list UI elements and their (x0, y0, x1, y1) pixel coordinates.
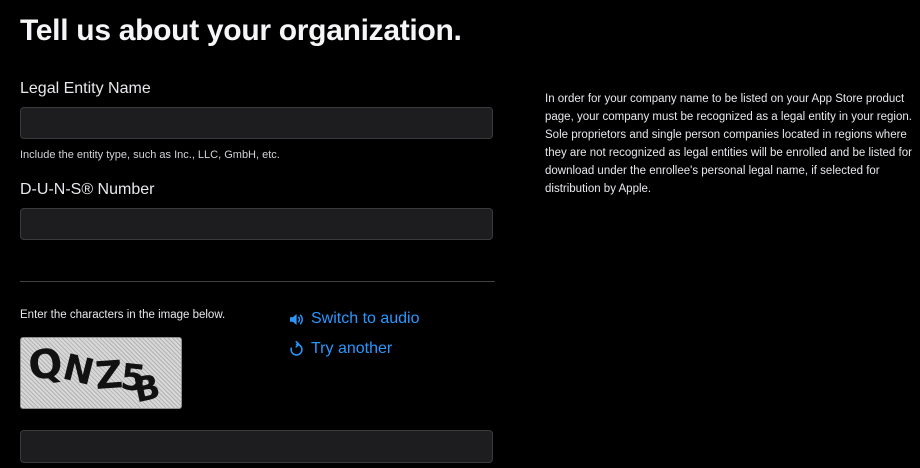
duns-label: D-U-N-S® Number (20, 181, 155, 198)
switch-to-audio-link[interactable]: Switch to audio (288, 310, 420, 328)
legal-entity-label: Legal Entity Name (20, 80, 151, 97)
switch-to-audio-label: Switch to audio (311, 310, 420, 327)
section-divider (20, 281, 495, 282)
try-another-link[interactable]: Try another (288, 340, 392, 358)
captcha-prompt: Enter the characters in the image below. (20, 309, 226, 321)
try-another-label: Try another (311, 340, 393, 357)
page-title: Tell us about your organization. (20, 14, 462, 47)
legal-entity-input[interactable] (20, 107, 493, 139)
captcha-input[interactable] (20, 430, 493, 463)
captcha-char: N (59, 347, 98, 394)
duns-input[interactable] (20, 208, 493, 240)
captcha-image: Q N Z 5 B (20, 337, 182, 409)
speaker-icon (288, 311, 305, 328)
refresh-icon (288, 340, 305, 358)
legal-entity-hint: Include the entity type, such as Inc., L… (20, 149, 280, 161)
captcha-char: B (130, 367, 164, 409)
info-text: In order for your company name to be lis… (545, 93, 912, 195)
captcha-text-graphic: Q N Z 5 B (26, 340, 164, 409)
